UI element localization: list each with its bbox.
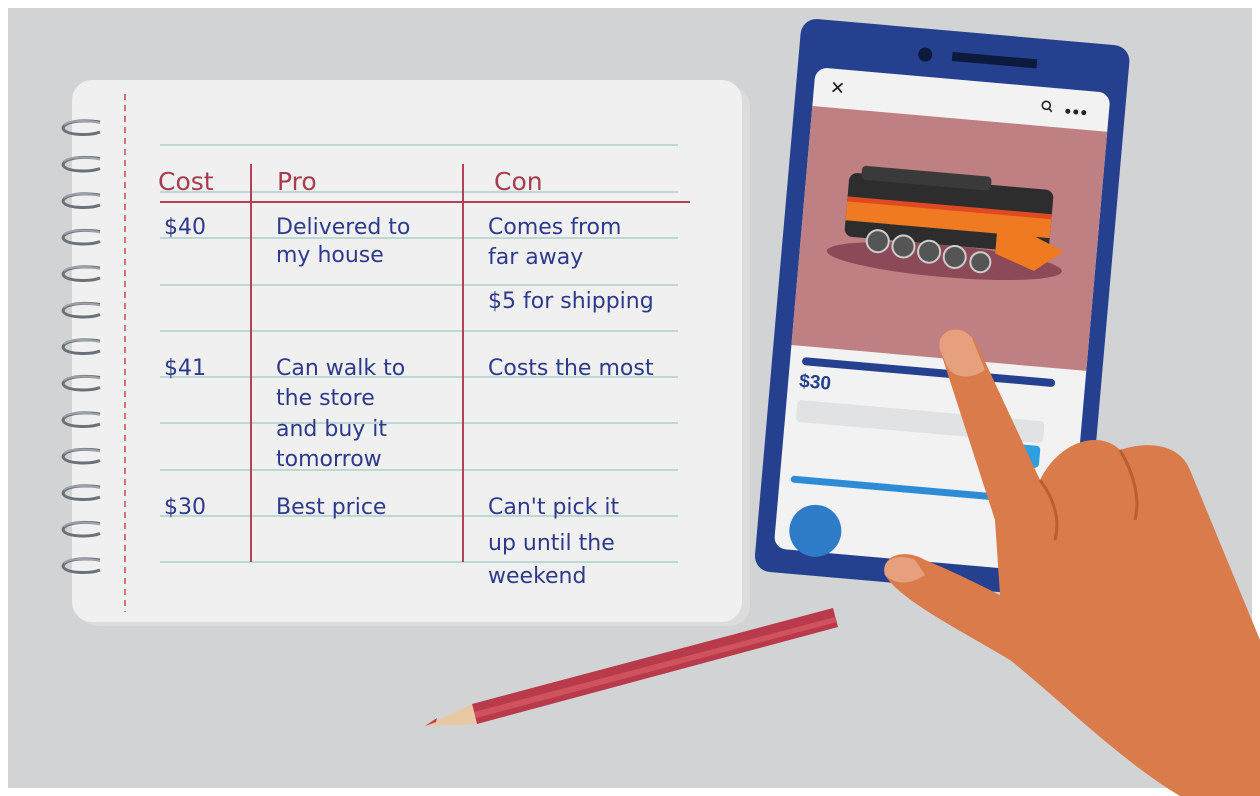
row2-con-line1: Costs the most: [488, 356, 654, 381]
notebook-page: [72, 80, 742, 622]
row2-pro-line3: and buy it: [276, 417, 387, 442]
header-con: Con: [494, 167, 543, 196]
row3-con-line2: up until the: [488, 531, 615, 556]
row1-pro-line1: Delivered to: [276, 215, 410, 240]
header-pro: Pro: [277, 167, 317, 196]
row2-pro-line4: tomorrow: [276, 447, 382, 472]
row3-pro-line1: Best price: [276, 495, 386, 520]
close-icon[interactable]: ✕: [829, 77, 846, 99]
row1-extra: $5 for shipping: [488, 289, 654, 314]
row2-pro-line1: Can walk to: [276, 356, 405, 381]
row3-con-line1: Can't pick it: [488, 495, 619, 520]
illustration: Cost Pro Con $40 Delivered to my house C…: [0, 0, 1260, 796]
row1-con-line2: far away: [488, 245, 583, 270]
row2-cost: $41: [164, 356, 206, 381]
row2-pro-line2: the store: [276, 386, 375, 411]
row3-cost: $30: [164, 495, 206, 520]
row3-con-line3: weekend: [488, 564, 586, 589]
row1-pro-line2: my house: [276, 243, 384, 268]
row1-cost: $40: [164, 215, 206, 240]
price-label: $30: [798, 371, 831, 395]
notebook: Cost Pro Con $40 Delivered to my house C…: [61, 80, 750, 626]
row1-con-line1: Comes from: [488, 215, 621, 240]
header-cost: Cost: [158, 167, 214, 196]
